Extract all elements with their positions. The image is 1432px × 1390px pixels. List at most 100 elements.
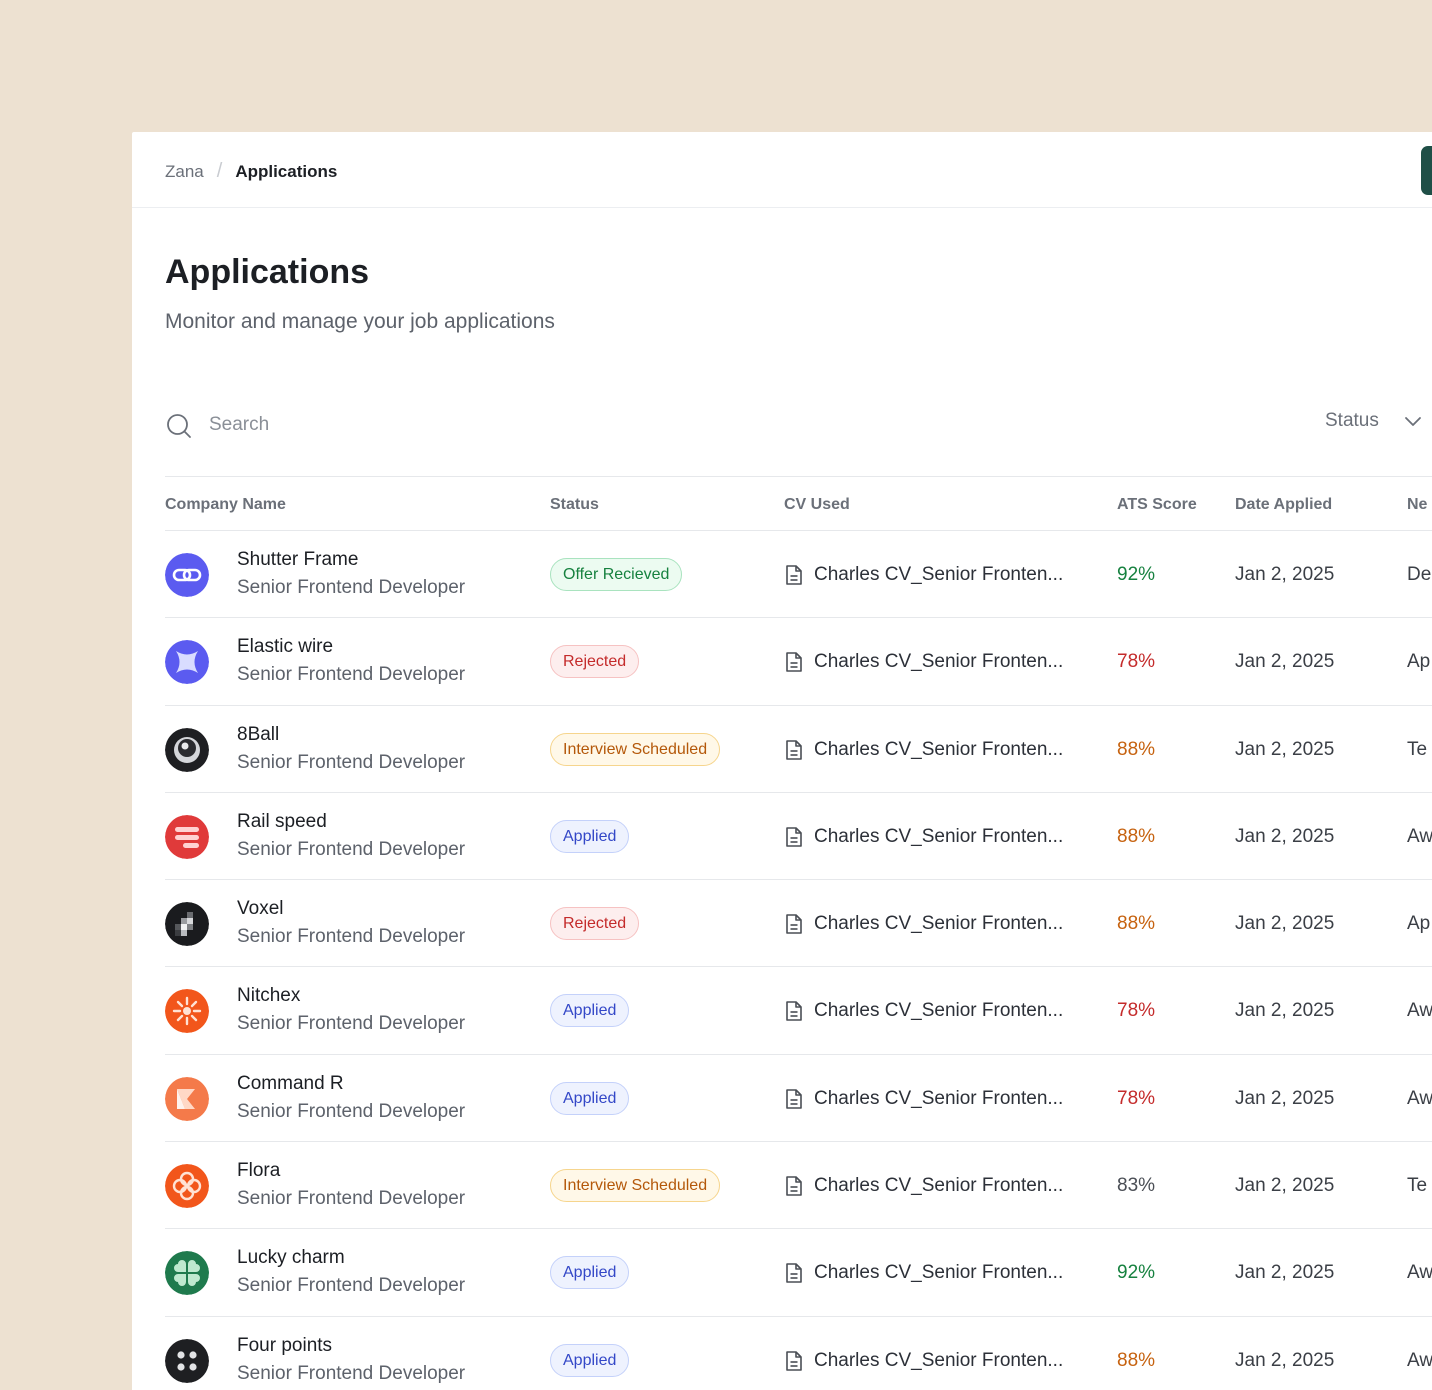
- job-role: Senior Frontend Developer: [237, 1013, 466, 1035]
- company-name: 8Ball: [237, 723, 280, 745]
- date-applied: Jan 2, 2025: [1235, 1175, 1335, 1197]
- status-badge: Applied: [550, 994, 630, 1028]
- next-step: Aw: [1407, 1000, 1432, 1022]
- status-badge: Offer Recieved: [550, 558, 683, 591]
- search-input[interactable]: [209, 410, 609, 440]
- column-header-date[interactable]: Date Applied: [1235, 496, 1332, 514]
- table-row[interactable]: Voxel Senior Frontend Developer Rejected…: [165, 880, 1432, 968]
- next-step: Te: [1407, 1175, 1428, 1197]
- cv-link[interactable]: Charles CV_Senior Fronten...: [784, 1175, 1063, 1197]
- cv-link[interactable]: Charles CV_Senior Fronten...: [784, 651, 1063, 673]
- applications-table: Company Name Status CV Used ATS Score Da…: [165, 477, 1432, 1390]
- next-step: Aw: [1407, 825, 1432, 847]
- cv-link[interactable]: Charles CV_Senior Fronten...: [784, 1262, 1063, 1284]
- cv-filename: Charles CV_Senior Fronten...: [814, 651, 1064, 673]
- document-icon: [786, 565, 802, 585]
- date-applied: Jan 2, 2025: [1235, 825, 1335, 847]
- column-header-cv[interactable]: CV Used: [784, 496, 850, 514]
- company-name: Nitchex: [237, 985, 301, 1007]
- document-icon: [786, 739, 802, 760]
- cv-link[interactable]: Charles CV_Senior Fronten...: [784, 826, 1063, 848]
- date-applied: Jan 2, 2025: [1235, 1262, 1335, 1284]
- ats-score: 92%: [1117, 564, 1156, 585]
- primary-action-button[interactable]: [1421, 146, 1432, 195]
- company-name: Flora: [237, 1160, 281, 1182]
- page-subtitle: Monitor and manage your job applications: [165, 310, 555, 333]
- status-badge: Rejected: [550, 907, 640, 941]
- chain-link-logo-icon: [165, 553, 209, 597]
- four-dots-logo-icon: [165, 1338, 209, 1383]
- cv-link[interactable]: Charles CV_Senior Fronten...: [784, 1088, 1063, 1110]
- date-applied: Jan 2, 2025: [1235, 1087, 1335, 1109]
- next-step: Ap: [1407, 651, 1431, 673]
- column-header-ats[interactable]: ATS Score: [1117, 496, 1197, 514]
- next-step: Aw: [1407, 1349, 1432, 1371]
- table-row[interactable]: Lucky charm Senior Frontend Developer Ap…: [165, 1229, 1432, 1317]
- status-filter-label: Status: [1325, 410, 1379, 431]
- next-step: Aw: [1407, 1087, 1432, 1109]
- table-row[interactable]: Elastic wire Senior Frontend Developer R…: [165, 618, 1432, 706]
- breadcrumb-root-link[interactable]: Zana: [165, 162, 204, 182]
- cv-filename: Charles CV_Senior Fronten...: [814, 825, 1064, 847]
- table-row[interactable]: Flora Senior Frontend Developer Intervie…: [165, 1142, 1432, 1230]
- job-role: Senior Frontend Developer: [237, 577, 466, 598]
- status-badge: Interview Scheduled: [550, 1169, 721, 1203]
- ats-score: 88%: [1117, 1349, 1156, 1371]
- table-row[interactable]: Rail speed Senior Frontend Developer App…: [165, 793, 1432, 881]
- cv-link[interactable]: Charles CV_Senior Fronten...: [784, 564, 1063, 586]
- table-toolbar: Status: [165, 402, 1432, 477]
- job-role: Senior Frontend Developer: [237, 926, 466, 948]
- sunburst-logo-icon: [165, 989, 209, 1034]
- date-applied: Jan 2, 2025: [1235, 1000, 1335, 1022]
- date-applied: Jan 2, 2025: [1235, 913, 1335, 935]
- job-role: Senior Frontend Developer: [237, 1275, 466, 1297]
- sparkle-logo-icon: [165, 640, 209, 685]
- rails-logo-icon: [165, 814, 209, 859]
- cv-filename: Charles CV_Senior Fronten...: [814, 1087, 1064, 1109]
- company-name: Shutter Frame: [237, 549, 359, 570]
- cv-link[interactable]: Charles CV_Senior Fronten...: [784, 913, 1063, 935]
- document-icon: [786, 1263, 802, 1284]
- status-badge: Rejected: [550, 645, 640, 679]
- table-row[interactable]: 8Ball Senior Frontend Developer Intervie…: [165, 706, 1432, 793]
- breadcrumb: Zana / Applications: [165, 160, 337, 183]
- table-row[interactable]: Four points Senior Frontend Developer Ap…: [165, 1317, 1432, 1390]
- column-header-company[interactable]: Company Name: [165, 496, 286, 514]
- status-filter-dropdown[interactable]: Status: [1325, 410, 1423, 432]
- document-icon: [786, 652, 802, 673]
- cv-filename: Charles CV_Senior Fronten...: [814, 1175, 1064, 1197]
- table-header: Company Name Status CV Used ATS Score Da…: [165, 477, 1432, 531]
- ats-score: 92%: [1117, 1262, 1156, 1284]
- job-role: Senior Frontend Developer: [237, 838, 466, 860]
- company-name: Rail speed: [237, 810, 327, 832]
- company-name: Elastic wire: [237, 636, 334, 658]
- cv-link[interactable]: Charles CV_Senior Fronten...: [784, 1000, 1063, 1022]
- chevron-down-icon: [1404, 417, 1421, 426]
- status-badge: Applied: [550, 1343, 630, 1377]
- document-icon: [786, 914, 802, 934]
- ats-score: 78%: [1117, 1087, 1156, 1109]
- breadcrumb-current: Applications: [235, 161, 338, 181]
- column-header-status[interactable]: Status: [550, 496, 599, 514]
- table-row[interactable]: Shutter Frame Senior Frontend Developer …: [165, 531, 1432, 619]
- clover-logo-icon: [165, 1251, 209, 1296]
- table-row[interactable]: Command R Senior Frontend Developer Appl…: [165, 1055, 1432, 1143]
- ats-score: 83%: [1117, 1175, 1156, 1197]
- folded-shape-logo-icon: [165, 1076, 209, 1121]
- date-applied: Jan 2, 2025: [1235, 564, 1335, 585]
- status-badge: Applied: [550, 819, 630, 853]
- cv-filename: Charles CV_Senior Fronten...: [814, 1000, 1064, 1022]
- job-role: Senior Frontend Developer: [237, 751, 466, 773]
- app-window: Zana / Applications Applications Monitor…: [132, 132, 1432, 1390]
- cv-filename: Charles CV_Senior Fronten...: [814, 913, 1064, 935]
- document-icon: [786, 1001, 802, 1022]
- cv-link[interactable]: Charles CV_Senior Fronten...: [784, 739, 1063, 761]
- column-header-next[interactable]: Ne: [1407, 496, 1427, 514]
- cv-filename: Charles CV_Senior Fronten...: [814, 738, 1064, 760]
- page-title: Applications: [165, 253, 370, 291]
- table-row[interactable]: Nitchex Senior Frontend Developer Applie…: [165, 967, 1432, 1055]
- document-icon: [786, 827, 802, 847]
- next-step: De: [1407, 564, 1432, 585]
- cv-link[interactable]: Charles CV_Senior Fronten...: [784, 1350, 1063, 1372]
- status-badge: Interview Scheduled: [550, 732, 721, 766]
